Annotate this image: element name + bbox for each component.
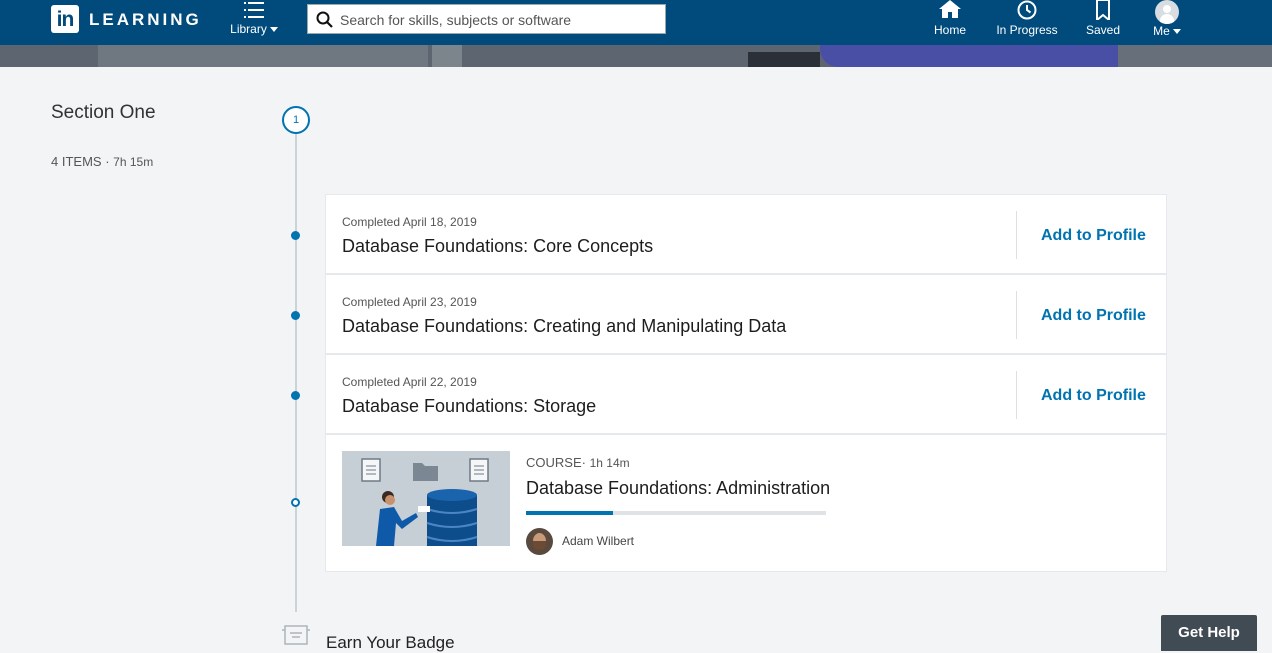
completed-course-card[interactable]: Completed April 18, 2019 Database Founda… bbox=[326, 195, 1166, 273]
course-title[interactable]: Database Foundations: Administration bbox=[526, 478, 830, 499]
home-icon bbox=[939, 0, 961, 18]
nav-saved-label: Saved bbox=[1085, 23, 1121, 37]
add-to-profile-button[interactable]: Add to Profile bbox=[1041, 387, 1146, 405]
nav-me[interactable]: Me bbox=[1148, 0, 1186, 45]
nav-in-progress[interactable]: In Progress bbox=[995, 0, 1059, 45]
add-to-profile-button[interactable]: Add to Profile bbox=[1041, 307, 1146, 325]
completed-course-card[interactable]: Completed April 23, 2019 Database Founda… bbox=[326, 275, 1166, 353]
completed-date: Completed April 18, 2019 bbox=[342, 215, 477, 229]
earn-badge-title: Earn Your Badge bbox=[326, 633, 455, 652]
clock-icon bbox=[1017, 0, 1037, 20]
user-avatar bbox=[1155, 0, 1179, 24]
caret-down-icon bbox=[1172, 29, 1181, 35]
nav-saved[interactable]: Saved bbox=[1083, 0, 1123, 45]
caret-down-icon bbox=[269, 27, 278, 33]
library-menu[interactable]: Library bbox=[228, 1, 280, 43]
database-illustration bbox=[342, 451, 510, 546]
course-title[interactable]: Database Foundations: Core Concepts bbox=[342, 236, 653, 257]
timeline-dot bbox=[291, 311, 300, 320]
course-title[interactable]: Database Foundations: Storage bbox=[342, 396, 596, 417]
linkedin-logo[interactable]: in bbox=[51, 5, 79, 33]
section-duration: 7h 15m bbox=[113, 155, 154, 169]
completed-date: Completed April 22, 2019 bbox=[342, 375, 477, 389]
section-meta: 4 ITEMS · 7h 15m bbox=[51, 154, 153, 169]
in-progress-course-card[interactable]: COURSE· 1h 14m Database Foundations: Adm… bbox=[326, 435, 1166, 571]
timeline-current-marker bbox=[291, 498, 300, 507]
badge-icon bbox=[282, 625, 310, 645]
course-title[interactable]: Database Foundations: Creating and Manip… bbox=[342, 316, 786, 337]
section-title: Section One bbox=[51, 102, 156, 123]
divider bbox=[1016, 211, 1017, 259]
timeline-line bbox=[295, 133, 297, 612]
add-to-profile-button[interactable]: Add to Profile bbox=[1041, 227, 1146, 245]
course-duration: 1h 14m bbox=[589, 456, 630, 470]
author-name[interactable]: Adam Wilbert bbox=[562, 534, 634, 548]
path-banner-image bbox=[0, 45, 1272, 67]
course-progress-bar bbox=[526, 511, 826, 515]
timeline-dot bbox=[291, 391, 300, 400]
course-progress-fill bbox=[526, 511, 613, 515]
learning-wordmark[interactable]: LEARNING bbox=[89, 10, 202, 30]
bookmark-icon bbox=[1096, 0, 1110, 20]
divider bbox=[1016, 291, 1017, 339]
nav-home[interactable]: Home bbox=[929, 0, 971, 45]
library-label: Library bbox=[230, 22, 267, 36]
nav-me-label: Me bbox=[1153, 24, 1170, 38]
meta-separator: · bbox=[105, 154, 110, 169]
section-number-marker: 1 bbox=[282, 106, 310, 134]
course-thumbnail[interactable] bbox=[342, 451, 510, 546]
completed-date: Completed April 23, 2019 bbox=[342, 295, 477, 309]
meta-separator: · bbox=[581, 455, 586, 470]
search-box[interactable] bbox=[307, 4, 666, 34]
author-avatar bbox=[526, 528, 553, 555]
divider bbox=[1016, 371, 1017, 419]
completed-course-card[interactable]: Completed April 22, 2019 Database Founda… bbox=[326, 355, 1166, 433]
course-type-label: COURSE bbox=[526, 455, 582, 470]
nav-in-progress-label: In Progress bbox=[996, 23, 1058, 37]
search-icon bbox=[316, 11, 333, 28]
list-icon bbox=[244, 2, 264, 18]
get-help-button[interactable]: Get Help bbox=[1161, 615, 1257, 651]
timeline-dot bbox=[291, 231, 300, 240]
section-items-count: 4 ITEMS bbox=[51, 154, 102, 169]
nav-home-label: Home bbox=[933, 23, 966, 37]
top-nav-bar: in LEARNING Library Home In Progress bbox=[0, 0, 1272, 45]
search-input[interactable] bbox=[338, 8, 662, 32]
course-type-meta: COURSE· 1h 14m bbox=[526, 455, 630, 470]
